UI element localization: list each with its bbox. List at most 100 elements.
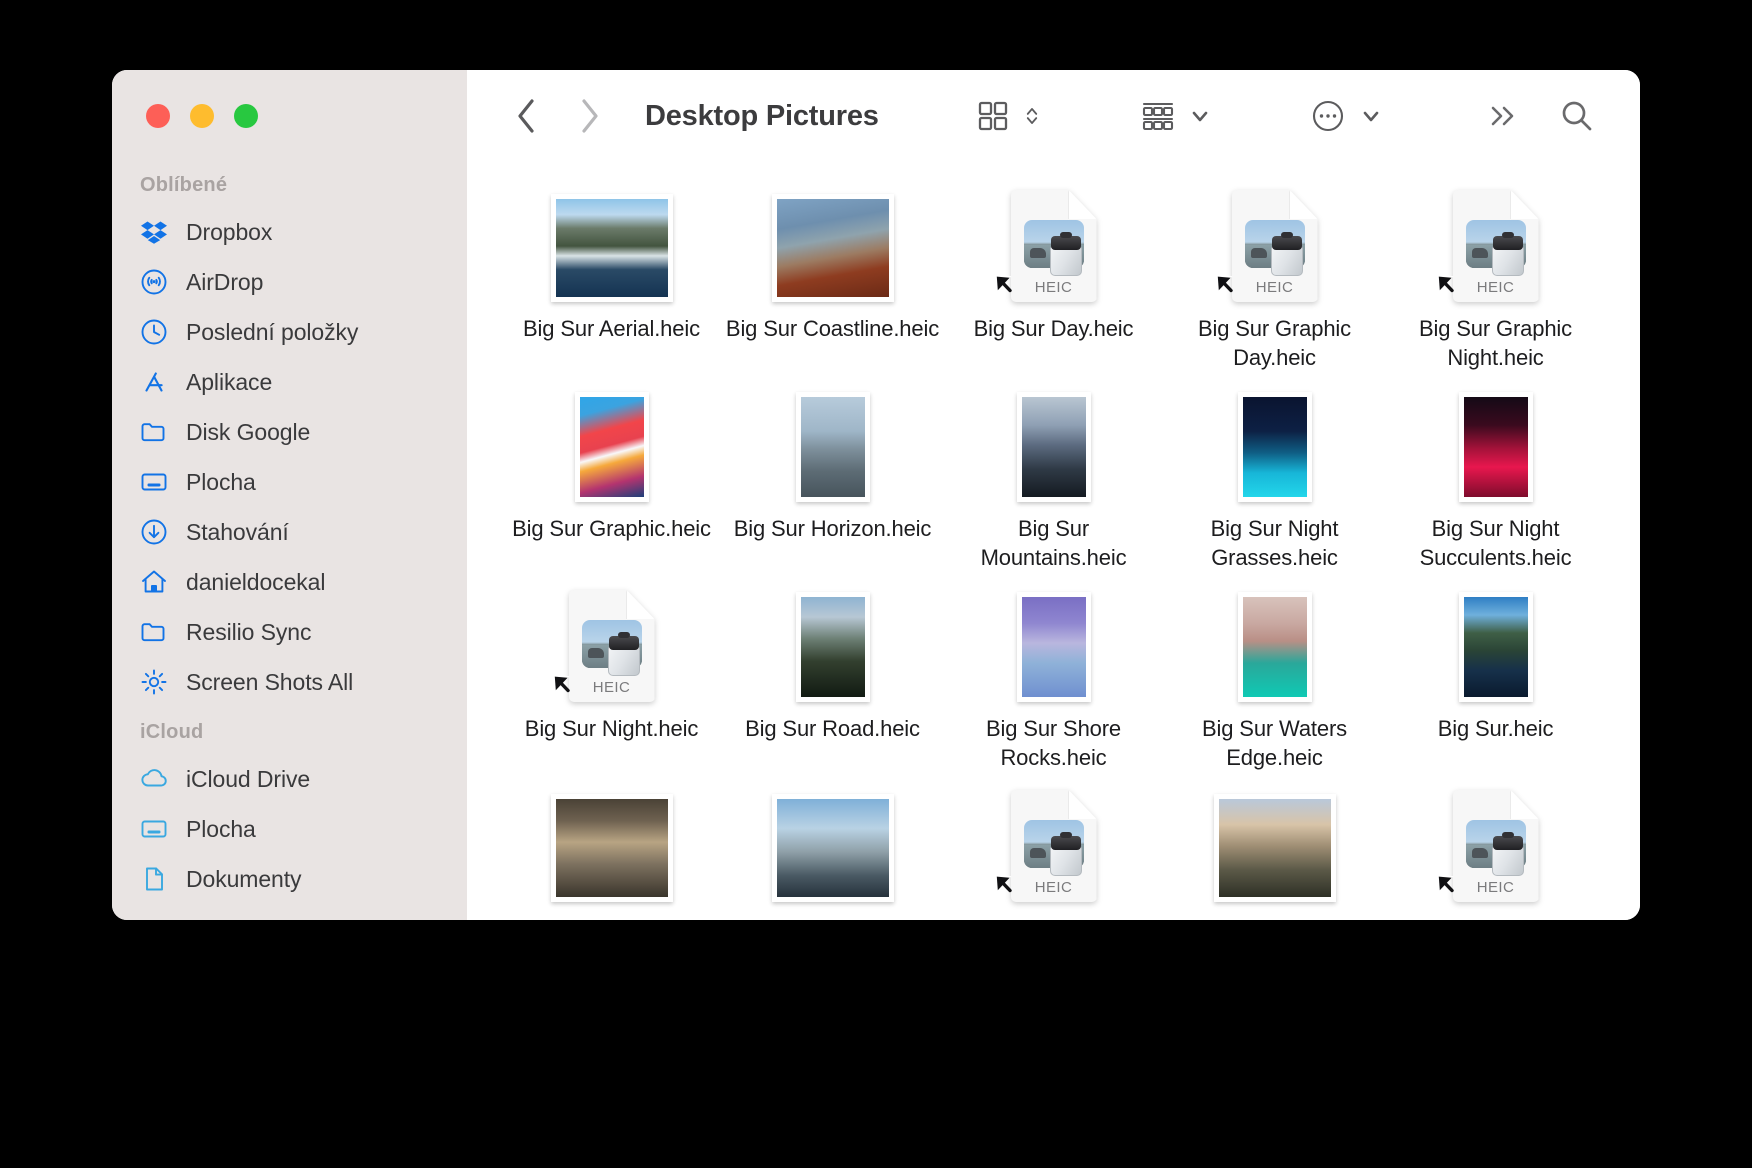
minimize-button[interactable] — [190, 104, 214, 128]
file-thumbnail[interactable] — [771, 780, 894, 902]
file-thumbnail[interactable] — [550, 180, 673, 302]
file-item[interactable]: Big Sur Road.heic — [722, 580, 943, 780]
sidebar-item-airdrop[interactable]: AirDrop — [112, 257, 467, 307]
sidebar-item-dropbox[interactable]: Dropbox — [112, 207, 467, 257]
file-thumbnail[interactable] — [1016, 380, 1091, 502]
sidebar-item-plocha[interactable]: Plocha — [112, 804, 467, 854]
file-thumbnail[interactable] — [574, 380, 649, 502]
file-thumbnail[interactable] — [550, 780, 673, 902]
file-thumbnail[interactable] — [795, 580, 870, 702]
forward-button[interactable] — [569, 95, 611, 137]
file-thumbnail[interactable]: HEIC — [994, 780, 1097, 902]
photo-frame[interactable] — [771, 794, 894, 902]
chevron-double-right-icon[interactable] — [1486, 101, 1520, 131]
back-button[interactable] — [505, 95, 547, 137]
file-item[interactable]: HEIC Big Sur Graphic Night.heic — [1385, 180, 1606, 380]
photo-frame[interactable] — [771, 194, 894, 302]
sidebar-item-screen-shots-all[interactable]: Screen Shots All — [112, 657, 467, 707]
file-thumbnail[interactable]: HEIC — [1436, 180, 1539, 302]
file-name-label: Big Sur Waters Edge.heic — [1201, 716, 1347, 770]
file-thumbnail[interactable] — [771, 180, 894, 302]
sidebar-item-icloud-drive[interactable]: iCloud Drive — [112, 754, 467, 804]
group-by-button[interactable] — [1140, 99, 1212, 133]
photo-frame[interactable] — [1237, 392, 1312, 502]
file-thumbnail[interactable] — [795, 380, 870, 502]
desktop-icon — [140, 468, 168, 496]
sidebar-scroll-area[interactable]: Oblíbené Dropbox AirDrop Poslední položky… — [112, 70, 467, 904]
file-grid[interactable]: Big Sur Aerial.heic Big Sur Coastline.he… — [467, 162, 1640, 920]
sidebar-item-label: Disk Google — [186, 418, 311, 445]
view-switcher[interactable] — [976, 99, 1044, 133]
traffic-lights — [146, 104, 258, 128]
sidebar-item-plocha[interactable]: Plocha — [112, 457, 467, 507]
file-thumbnail[interactable] — [1237, 380, 1312, 502]
photo-frame[interactable] — [795, 592, 870, 702]
file-thumbnail[interactable]: HEIC — [1215, 180, 1318, 302]
file-thumbnail[interactable] — [1213, 780, 1336, 902]
file-thumbnail[interactable]: HEIC — [552, 580, 655, 702]
sidebar-item-posledn-polo-ky[interactable]: Poslední položky — [112, 307, 467, 357]
sidebar-item-resilio-sync[interactable]: Resilio Sync — [112, 607, 467, 657]
file-thumbnail[interactable] — [1458, 580, 1533, 702]
toolbar-overflow-button[interactable] — [1480, 93, 1526, 139]
file-item[interactable] — [1164, 780, 1385, 920]
sidebar-item-danieldocekal[interactable]: danieldocekal — [112, 557, 467, 607]
photo-frame[interactable] — [550, 794, 673, 902]
maximize-button[interactable] — [234, 104, 258, 128]
file-item[interactable]: Big Sur Shore Rocks.heic — [943, 580, 1164, 780]
file-item[interactable]: Big Sur.heic — [1385, 580, 1606, 780]
heic-file-icon: HEIC — [1452, 190, 1539, 302]
photo-frame[interactable] — [795, 392, 870, 502]
file-item[interactable]: Big Sur Coastline.heic — [722, 180, 943, 380]
chevron-up-down-icon[interactable] — [1020, 104, 1044, 128]
file-item[interactable]: HEIC — [1385, 780, 1606, 920]
chevron-down-icon[interactable] — [1188, 104, 1212, 128]
page-fold — [1510, 790, 1539, 819]
photo-frame[interactable] — [1458, 392, 1533, 502]
icon-view-icon[interactable] — [976, 99, 1010, 133]
search-icon[interactable] — [1559, 98, 1595, 134]
heic-type-label: HEIC — [592, 679, 631, 696]
sidebar-item-aplikace[interactable]: Aplikace — [112, 357, 467, 407]
sidebar-item-label: Resilio Sync — [186, 618, 312, 645]
photo-image — [1021, 397, 1086, 497]
file-item[interactable]: HEIC — [943, 780, 1164, 920]
photo-frame[interactable] — [1016, 392, 1091, 502]
more-actions-button[interactable] — [1309, 97, 1383, 135]
sidebar-item-stahov-n[interactable]: Stahování — [112, 507, 467, 557]
file-item[interactable]: HEIC Big Sur Graphic Day.heic — [1164, 180, 1385, 380]
file-item[interactable] — [501, 780, 722, 920]
ellipsis-circle-icon[interactable] — [1309, 97, 1347, 135]
file-thumbnail[interactable] — [1458, 380, 1533, 502]
file-thumbnail[interactable] — [1016, 580, 1091, 702]
group-by-icon[interactable] — [1140, 99, 1176, 133]
file-item[interactable]: Big Sur Graphic.heic — [501, 380, 722, 580]
file-thumbnail[interactable]: HEIC — [994, 180, 1097, 302]
file-name-label: Big Sur Aerial.heic — [523, 316, 700, 341]
photo-frame[interactable] — [1213, 794, 1336, 902]
finder-window: Oblíbené Dropbox AirDrop Poslední položky… — [112, 70, 1640, 920]
file-item[interactable]: Big Sur Mountains.heic — [943, 380, 1164, 580]
search-button[interactable] — [1554, 93, 1600, 139]
file-thumbnail[interactable] — [1237, 580, 1312, 702]
sidebar-item-disk-google[interactable]: Disk Google — [112, 407, 467, 457]
photo-frame[interactable] — [550, 194, 673, 302]
desktop-icon — [140, 815, 168, 843]
page-fold — [1068, 790, 1097, 819]
file-item[interactable] — [722, 780, 943, 920]
file-item[interactable]: Big Sur Horizon.heic — [722, 380, 943, 580]
file-item[interactable]: Big Sur Aerial.heic — [501, 180, 722, 380]
chevron-down-icon[interactable] — [1359, 104, 1383, 128]
photo-frame[interactable] — [1016, 592, 1091, 702]
file-item[interactable]: Big Sur Night Grasses.heic — [1164, 380, 1385, 580]
file-thumbnail[interactable]: HEIC — [1436, 780, 1539, 902]
sidebar-item-dokumenty[interactable]: Dokumenty — [112, 854, 467, 904]
photo-frame[interactable] — [574, 392, 649, 502]
photo-frame[interactable] — [1237, 592, 1312, 702]
file-item[interactable]: HEIC Big Sur Day.heic — [943, 180, 1164, 380]
file-item[interactable]: Big Sur Night Succulents.heic — [1385, 380, 1606, 580]
close-button[interactable] — [146, 104, 170, 128]
photo-frame[interactable] — [1458, 592, 1533, 702]
file-item[interactable]: Big Sur Waters Edge.heic — [1164, 580, 1385, 780]
file-item[interactable]: HEIC Big Sur Night.heic — [501, 580, 722, 780]
